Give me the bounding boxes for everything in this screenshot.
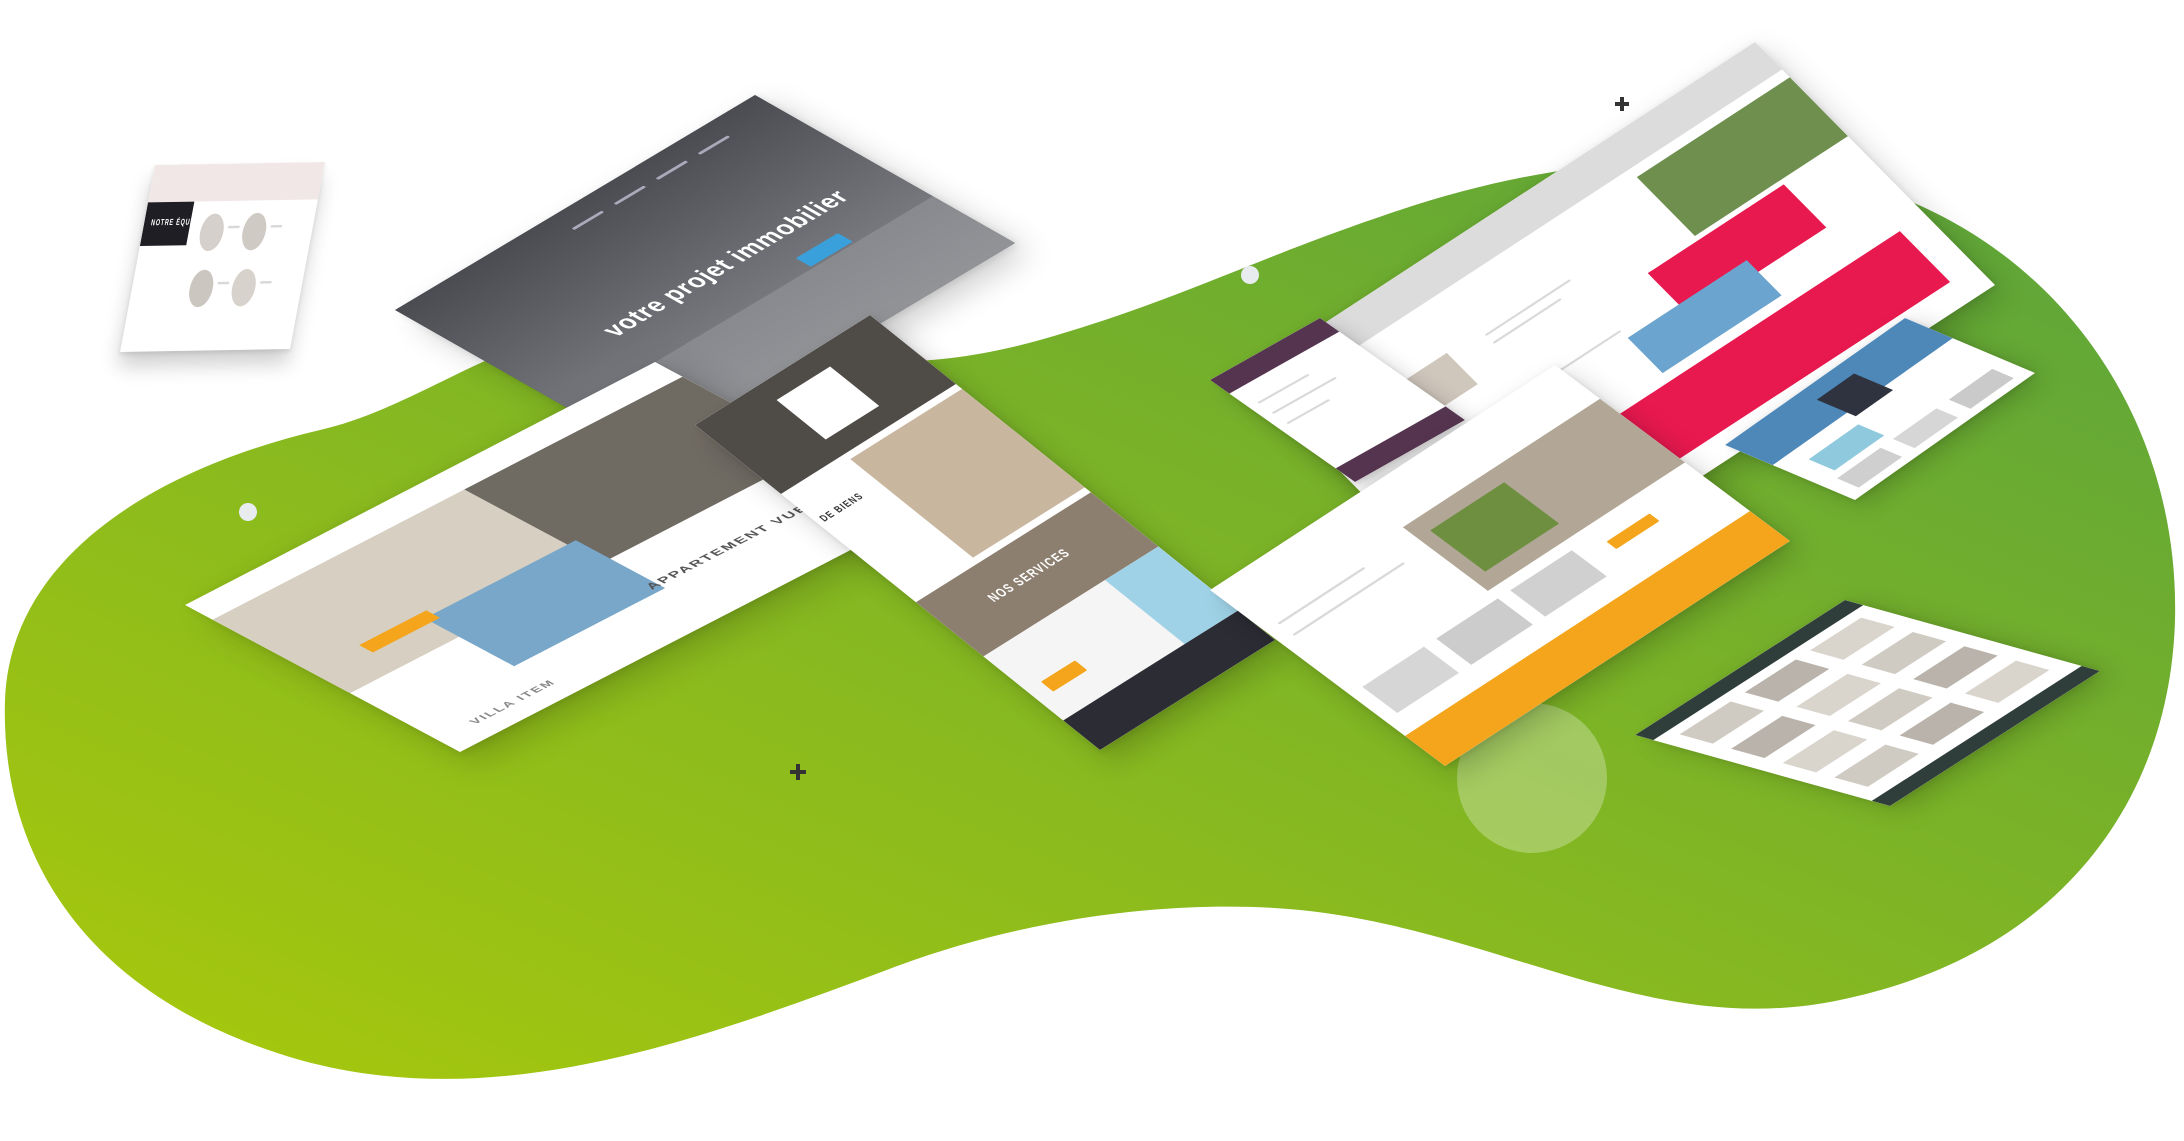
decor-dot (239, 503, 257, 521)
plus-icon (1615, 97, 1629, 111)
decor-dot (1241, 266, 1259, 284)
team-title: NOTRE ÉQUIPE (150, 216, 203, 228)
services-subtitle: DE BIENS (816, 490, 867, 524)
showcase-stage: NOTRE ÉQUIPE votre projet immobilier APP… (0, 0, 2184, 1141)
team-page-mockup: NOTRE ÉQUIPE (120, 162, 325, 352)
